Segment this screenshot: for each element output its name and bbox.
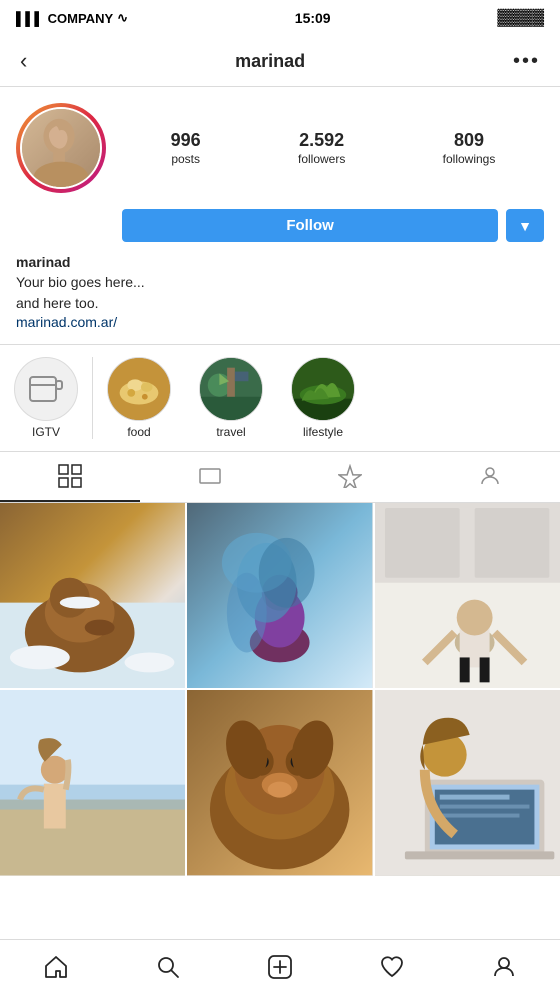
grid-icon: [58, 464, 82, 488]
highlights-section: IGTV food travel: [0, 344, 560, 452]
tab-tagged[interactable]: [420, 452, 560, 502]
profile-username-nav: marinad: [235, 51, 305, 72]
highlight-travel[interactable]: travel: [185, 357, 277, 439]
nav-heart[interactable]: [359, 950, 425, 984]
bio-text-line1: Your bio goes here...: [16, 272, 544, 293]
nav-add[interactable]: [247, 950, 313, 984]
bio-section: marinad Your bio goes here... and here t…: [0, 254, 560, 344]
photo-grid: [0, 503, 560, 876]
more-options-button[interactable]: •••: [509, 46, 544, 77]
avatar-image: [22, 109, 100, 187]
grid-cell-3[interactable]: [375, 503, 560, 688]
profile-header: 996 posts 2.592 followers 809 followings: [0, 87, 560, 201]
status-time: 15:09: [295, 10, 331, 26]
back-button[interactable]: ‹: [16, 44, 31, 78]
carrier-label: COMPANY: [48, 11, 113, 26]
highlight-igtv[interactable]: IGTV: [0, 357, 93, 439]
stat-followers: 2.592 followers: [298, 130, 345, 166]
highlight-circle-travel: [199, 357, 263, 421]
add-icon: [267, 954, 293, 980]
grid-cell-1[interactable]: [0, 503, 185, 688]
highlight-food[interactable]: food: [93, 357, 185, 439]
home-icon: [43, 954, 69, 980]
stat-posts: 996 posts: [171, 130, 201, 166]
star-icon: [338, 464, 362, 488]
wifi-icon: ∿: [117, 10, 128, 26]
top-nav: ‹ marinad •••: [0, 36, 560, 87]
profile-stats: 996 posts 2.592 followers 809 followings: [122, 130, 544, 166]
nav-search[interactable]: [135, 950, 201, 984]
dropdown-arrow-icon: ▼: [518, 218, 532, 234]
stat-followings: 809 followings: [443, 130, 496, 166]
heart-icon: [379, 954, 405, 980]
bio-link[interactable]: marinad.com.ar/: [16, 314, 117, 330]
signal-icon: ▌▌▌: [16, 11, 44, 26]
followers-label: followers: [298, 152, 345, 166]
avatar: [20, 107, 102, 189]
grid-tabs: [0, 452, 560, 503]
status-right: ▓▓▓▓: [497, 9, 544, 27]
tab-tagged-star[interactable]: [280, 452, 420, 502]
highlight-label-travel: travel: [216, 425, 245, 439]
status-carrier: ▌▌▌ COMPANY ∿: [16, 10, 128, 26]
follow-dropdown-button[interactable]: ▼: [506, 209, 544, 242]
avatar-container: [16, 103, 106, 193]
search-icon: [155, 954, 181, 980]
profile-icon: [491, 954, 517, 980]
status-bar: ▌▌▌ COMPANY ∿ 15:09 ▓▓▓▓: [0, 0, 560, 36]
followings-count: 809: [454, 130, 484, 152]
follow-button[interactable]: Follow: [122, 209, 498, 242]
followings-label: followings: [443, 152, 496, 166]
tab-grid[interactable]: [0, 452, 140, 502]
bottom-spacer: [0, 876, 560, 936]
posts-label: posts: [171, 152, 200, 166]
person-tag-icon: [478, 464, 502, 488]
bio-name: marinad: [16, 254, 544, 270]
battery-icon: ▓▓▓▓: [497, 9, 544, 27]
grid-cell-6[interactable]: [375, 690, 560, 875]
highlight-circle-lifestyle: [291, 357, 355, 421]
highlight-lifestyle[interactable]: lifestyle: [277, 357, 369, 439]
bottom-nav: [0, 939, 560, 998]
grid-cell-5[interactable]: [187, 690, 372, 875]
highlight-circle-food: [107, 357, 171, 421]
highlight-circle-igtv: [14, 357, 78, 421]
avatar-ring: [16, 103, 106, 193]
highlight-label-food: food: [127, 425, 150, 439]
bio-text-line2: and here too.: [16, 293, 544, 314]
tab-reels[interactable]: [140, 452, 280, 502]
grid-cell-2[interactable]: [187, 503, 372, 688]
grid-cell-4[interactable]: [0, 690, 185, 875]
follow-row: Follow ▼: [106, 201, 560, 254]
highlight-label-igtv: IGTV: [32, 425, 60, 439]
nav-home[interactable]: [23, 950, 89, 984]
posts-count: 996: [171, 130, 201, 152]
followers-count: 2.592: [299, 130, 344, 152]
reels-icon: [198, 464, 222, 488]
highlight-label-lifestyle: lifestyle: [303, 425, 343, 439]
nav-profile[interactable]: [471, 950, 537, 984]
